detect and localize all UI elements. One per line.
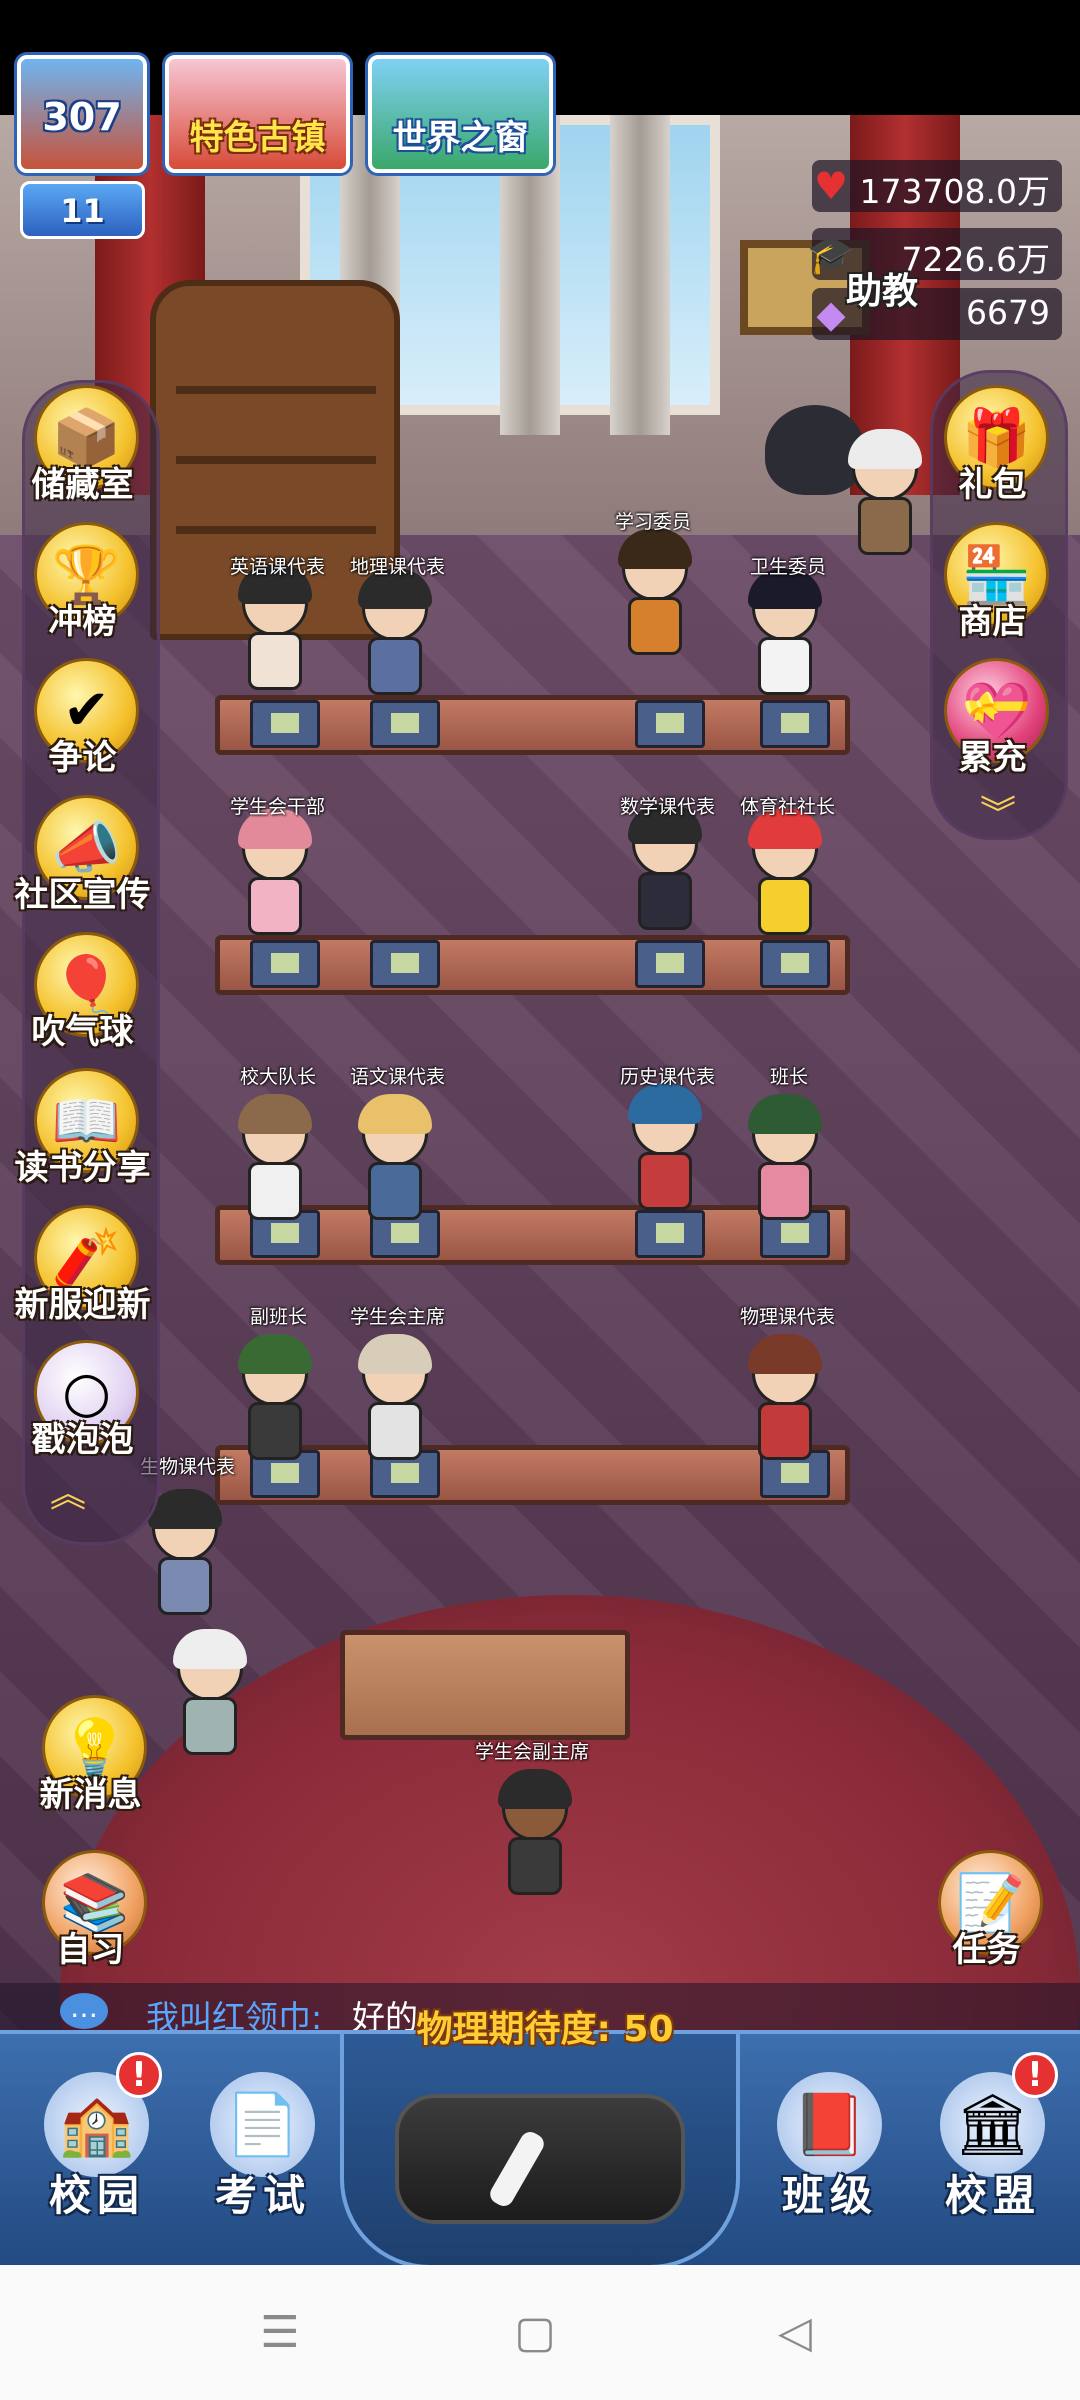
student-study-committee[interactable]: [610, 529, 700, 665]
campus-level: 307: [42, 95, 122, 139]
task-button[interactable]: 📝 任务: [924, 1850, 1049, 1980]
student-vice-monitor[interactable]: [230, 1334, 320, 1470]
reading-share-button[interactable]: 📖 读书分享: [15, 1068, 151, 1198]
student-council-president[interactable]: [350, 1334, 440, 1470]
storage-room-button[interactable]: 📦 储藏室: [20, 385, 145, 515]
role-label: 学生会主席: [350, 1306, 446, 1328]
debate-button[interactable]: ✔ 争论: [20, 658, 145, 788]
laptop: [635, 700, 705, 748]
menu-icon[interactable]: ☰: [250, 2305, 310, 2360]
shop-button[interactable]: 🏪 商店: [930, 522, 1055, 652]
balloon-button[interactable]: 🎈 吹气球: [20, 932, 145, 1062]
role-label: 英语课代表: [230, 556, 326, 578]
alert-badge: !: [1012, 2052, 1058, 2098]
student-chinese[interactable]: [350, 1094, 440, 1230]
ranking-button[interactable]: 🏆 冲榜: [20, 522, 145, 652]
student-math[interactable]: [620, 804, 710, 940]
nav-campus[interactable]: 🏫 ! 校园: [22, 2052, 172, 2252]
back-icon[interactable]: ◁: [765, 2305, 825, 2360]
laptop: [760, 940, 830, 988]
role-label: 地理课代表: [350, 556, 446, 578]
world-window-button[interactable]: 世界之窗: [368, 55, 553, 173]
student-physics[interactable]: [740, 1334, 830, 1470]
nav-exam[interactable]: 📄 考试: [188, 2052, 338, 2252]
role-label: 体育社社长: [740, 796, 836, 818]
blackboard-button[interactable]: [395, 2094, 685, 2224]
collapse-right-menu-icon[interactable]: ︾: [978, 797, 1018, 833]
laptop: [370, 700, 440, 748]
nav-alliance[interactable]: 🏛 ! 校盟: [918, 2052, 1068, 2252]
nav-class[interactable]: 📕 班级: [755, 2052, 905, 2252]
student-council-vice-president[interactable]: [490, 1769, 580, 1905]
new-server-button[interactable]: 🧨 新服迎新: [15, 1205, 151, 1335]
teacher-white-hair[interactable]: [165, 1629, 255, 1765]
student-english[interactable]: [230, 564, 320, 700]
role-label: 学习委员: [615, 511, 692, 533]
role-label: 学生会副主席: [475, 1741, 590, 1763]
diamond-value: 6679: [966, 293, 1050, 332]
assistant-label: 助教: [846, 271, 919, 312]
role-label: 物理课代表: [740, 1306, 836, 1328]
self-study-button[interactable]: 📚 自习: [28, 1850, 153, 1980]
world-window-label: 世界之窗: [392, 118, 529, 158]
physics-expectation: 物理期待度: 50: [416, 2009, 674, 2050]
featured-town-button[interactable]: 特色古镇: [165, 55, 350, 173]
role-label: 卫生委员: [750, 556, 827, 578]
system-nav-bar: ☰ ▢ ◁: [0, 2265, 1080, 2400]
alert-badge: !: [116, 2052, 162, 2098]
role-label: 副班长: [250, 1306, 308, 1328]
laptop: [250, 940, 320, 988]
collapse-left-menu-icon[interactable]: ︽: [48, 1477, 88, 1513]
featured-town-label: 特色古镇: [189, 118, 326, 158]
news-button[interactable]: 💡 新消息: [28, 1695, 153, 1825]
cumulative-recharge-button[interactable]: 💝 累充: [930, 658, 1055, 788]
gift-pack-button[interactable]: 🎁 礼包: [930, 385, 1055, 515]
student-biology[interactable]: [140, 1489, 230, 1625]
home-icon[interactable]: ▢: [505, 2305, 565, 2360]
heart-resource[interactable]: ♥ 173708.0万: [812, 160, 1062, 212]
role-label: 校大队长: [240, 1066, 317, 1088]
laptop: [760, 700, 830, 748]
chat-bubble-icon: …: [60, 1993, 108, 2029]
student-monitor[interactable]: [740, 1094, 830, 1230]
teacher-desk[interactable]: [340, 1630, 630, 1740]
role-label: 学生会干部: [230, 796, 326, 818]
community-promo-button[interactable]: 📣 社区宣传: [15, 795, 151, 925]
rank-level: 11: [60, 192, 105, 230]
student-hygiene-committee[interactable]: [740, 569, 830, 705]
student-history[interactable]: [620, 1084, 710, 1220]
student-council-officer[interactable]: [230, 809, 320, 945]
student-sports-club[interactable]: [740, 809, 830, 945]
campus-building-button[interactable]: 307: [17, 55, 147, 173]
laptop: [635, 940, 705, 988]
student-geography[interactable]: [350, 569, 440, 705]
heart-icon: ♥: [813, 164, 849, 208]
role-label: 班长: [770, 1066, 809, 1088]
role-label: 语文课代表: [350, 1066, 446, 1088]
laptop: [370, 940, 440, 988]
bottom-nav: 🏫 ! 校园 📄 考试 📕 班级 🏛 ! 校盟: [0, 2030, 1080, 2269]
rank-badge[interactable]: 11: [20, 181, 145, 239]
laptop: [250, 700, 320, 748]
pop-bubble-button[interactable]: ○ 戳泡泡: [20, 1340, 145, 1470]
cap-value: 7226.6万: [901, 240, 1050, 279]
heart-value: 173708.0万: [859, 172, 1050, 211]
role-label: 历史课代表: [620, 1066, 716, 1088]
pillar: [610, 115, 670, 435]
student-brigade-leader[interactable]: [230, 1094, 320, 1230]
role-label: 数学课代表: [620, 796, 716, 818]
